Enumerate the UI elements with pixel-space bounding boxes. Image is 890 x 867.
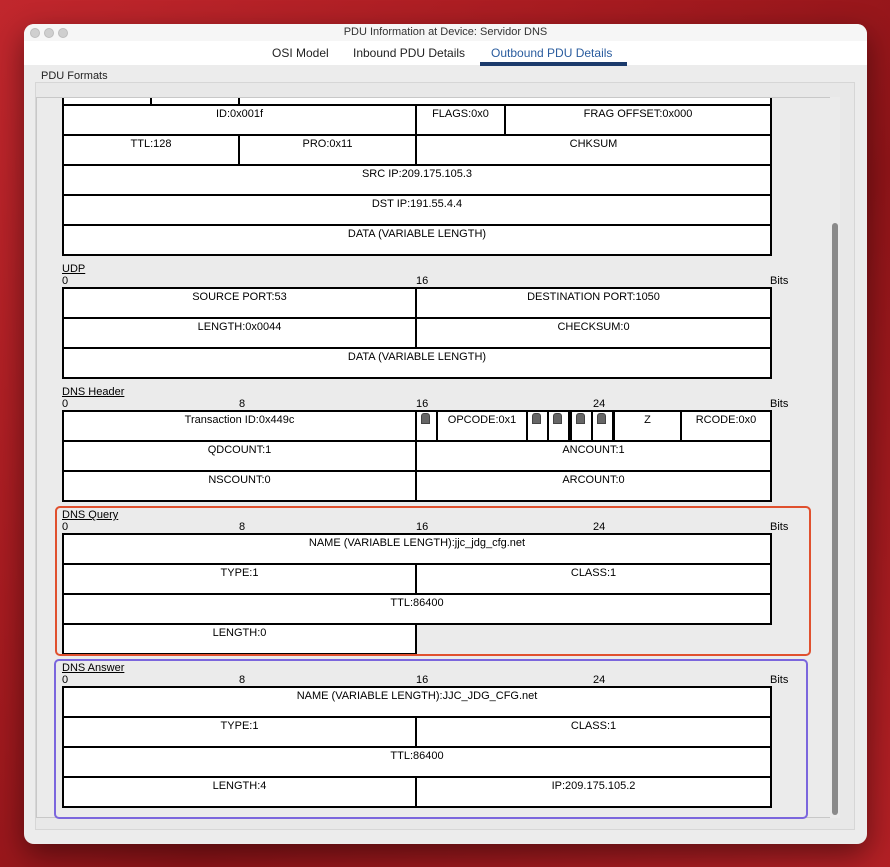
ip-flags-field: FLAGS:0x0 xyxy=(415,104,506,136)
title-bar: PDU Information at Device: Servidor DNS xyxy=(24,24,867,41)
dns-aa-flag xyxy=(526,410,549,442)
dns-answer-highlight xyxy=(54,659,808,819)
udp-scale-16: 16 xyxy=(416,275,429,287)
dns-qr-flag xyxy=(415,410,438,442)
dns-ancount-field: ANCOUNT:1 xyxy=(415,440,772,472)
dns-arcount-field: ARCOUNT:0 xyxy=(415,470,772,502)
zoom-window-button[interactable] xyxy=(58,28,68,38)
pdu-formats-label: PDU Formats xyxy=(41,70,108,82)
pdu-window: PDU Information at Device: Servidor DNS … xyxy=(24,24,867,844)
active-tab-indicator xyxy=(480,62,627,66)
ip-protocol-field: PRO:0x11 xyxy=(238,134,417,166)
tab-bar: OSI Model Inbound PDU Details Outbound P… xyxy=(24,41,867,66)
ip-ttl-field: TTL:128 xyxy=(62,134,240,166)
dns-header-scale-8: 8 xyxy=(239,398,246,410)
dns-nscount-field: NSCOUNT:0 xyxy=(62,470,417,502)
dns-tc-flag xyxy=(547,410,570,442)
ip-frag-offset-field: FRAG OFFSET:0x000 xyxy=(504,104,772,136)
ip-dst-field: DST IP:191.55.4.4 xyxy=(62,194,772,226)
dns-z-field: Z xyxy=(613,410,682,442)
ip-id-field: ID:0x001f xyxy=(62,104,417,136)
tab-inbound-pdu-details[interactable]: Inbound PDU Details xyxy=(353,46,465,60)
ip-src-field: SRC IP:209.175.105.3 xyxy=(62,164,772,196)
flag-toggle-icon xyxy=(553,413,562,424)
tab-outbound-pdu-details[interactable]: Outbound PDU Details xyxy=(491,46,612,60)
scrollbar-thumb[interactable] xyxy=(832,223,838,815)
dns-header-section-title: DNS Header xyxy=(62,386,125,398)
udp-source-port-field: SOURCE PORT:53 xyxy=(62,287,417,319)
close-window-button[interactable] xyxy=(30,28,40,38)
window-title: PDU Information at Device: Servidor DNS xyxy=(343,26,548,38)
dns-header-scale-bits: Bits xyxy=(770,398,789,410)
dns-opcode-field: OPCODE:0x1 xyxy=(436,410,528,442)
flag-toggle-icon xyxy=(597,413,606,424)
dns-transaction-id-field: Transaction ID:0x449c xyxy=(62,410,417,442)
udp-data-field: DATA (VARIABLE LENGTH) xyxy=(62,347,772,379)
minimize-window-button[interactable] xyxy=(44,28,54,38)
dns-header-scale-16: 16 xyxy=(416,398,429,410)
udp-checksum-field: CHECKSUM:0 xyxy=(415,317,772,349)
udp-scale-bits: Bits xyxy=(770,275,789,287)
dns-ra-flag xyxy=(591,410,614,442)
flag-toggle-icon xyxy=(421,413,430,424)
vertical-scrollbar[interactable] xyxy=(830,97,840,818)
tab-osi-model[interactable]: OSI Model xyxy=(272,46,329,60)
udp-section-title: UDP xyxy=(62,263,86,275)
flag-toggle-icon xyxy=(576,413,585,424)
udp-destination-port-field: DESTINATION PORT:1050 xyxy=(415,287,772,319)
ip-data-field: DATA (VARIABLE LENGTH) xyxy=(62,224,772,256)
udp-scale-0: 0 xyxy=(62,275,69,287)
dns-rcode-field: RCODE:0x0 xyxy=(680,410,772,442)
dns-qdcount-field: QDCOUNT:1 xyxy=(62,440,417,472)
dns-header-scale-0: 0 xyxy=(62,398,69,410)
dns-query-highlight xyxy=(55,506,811,656)
ip-checksum-field: CHKSUM xyxy=(415,134,772,166)
dns-header-scale-24: 24 xyxy=(593,398,606,410)
flag-toggle-icon xyxy=(532,413,541,424)
udp-length-field: LENGTH:0x0044 xyxy=(62,317,417,349)
dns-rd-flag xyxy=(570,410,593,442)
